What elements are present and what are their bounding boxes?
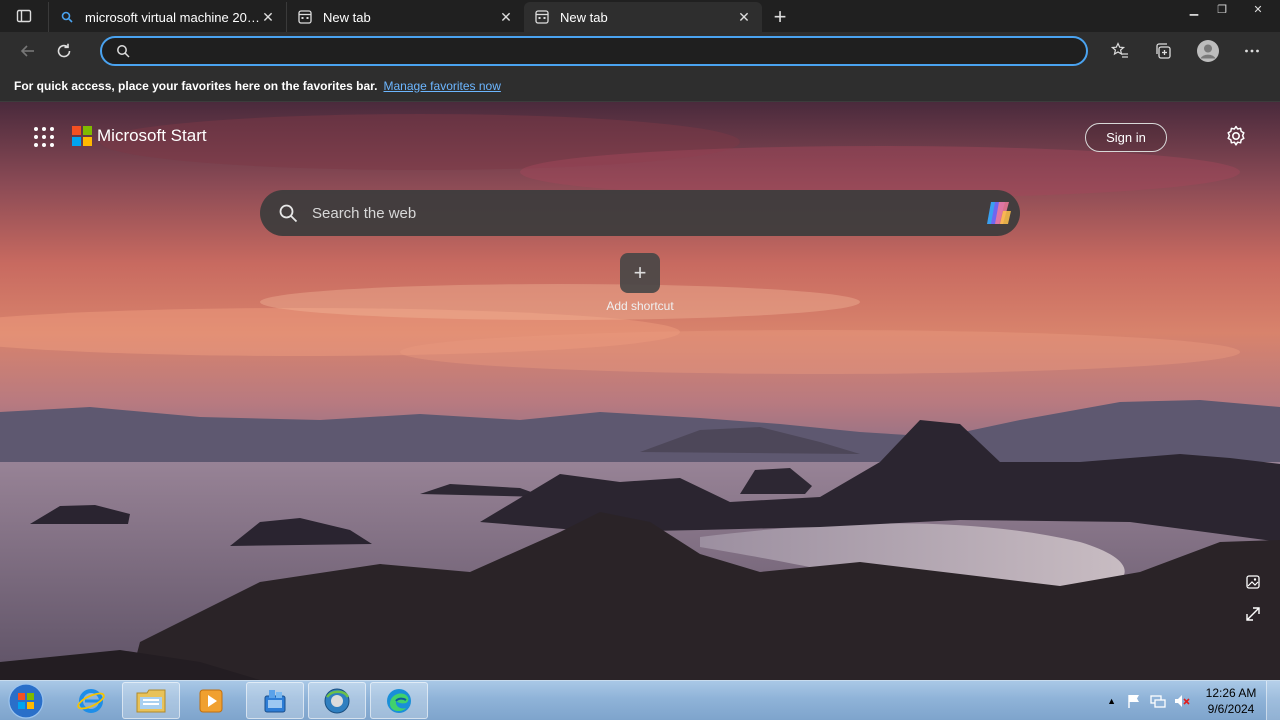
back-button[interactable] (10, 35, 46, 67)
globe-browser-icon (324, 688, 350, 713)
tab-title: New tab (323, 9, 371, 25)
new-tab-button[interactable]: + (762, 2, 798, 32)
restore-button[interactable]: ❐ (1208, 0, 1236, 18)
folder-icon (136, 689, 166, 712)
media-player-taskbar-button[interactable] (182, 682, 240, 719)
collections-icon (1156, 43, 1171, 59)
add-shortcut-button[interactable]: + Add shortcut (605, 253, 675, 313)
close-tab-icon[interactable]: ✕ (260, 9, 276, 25)
gear-icon[interactable] (1224, 124, 1248, 148)
add-shortcut-label: Add shortcut (606, 299, 674, 313)
search-icon (59, 9, 75, 25)
browser-toolbar (0, 32, 1280, 70)
show-desktop-button[interactable] (1266, 681, 1280, 720)
internet-explorer-taskbar-button[interactable] (62, 682, 120, 719)
close-tab-icon[interactable]: ✕ (736, 9, 752, 25)
favorites-bar: For quick access, place your favorites h… (0, 70, 1280, 102)
plus-icon: + (620, 253, 660, 293)
network-computer-icon (264, 689, 286, 712)
background-landscape-image (0, 114, 1280, 680)
volume-muted-icon[interactable] (1174, 693, 1190, 709)
copilot-icon[interactable] (982, 197, 1014, 229)
windows-explorer-taskbar-button[interactable] (122, 682, 180, 719)
avatar-icon (1197, 40, 1219, 62)
clock-time: 12:26 AM (1205, 686, 1257, 700)
new-tab-page: Microsoft Start Sign in Search the web +… (0, 102, 1280, 680)
tab-actions-icon (16, 9, 32, 23)
clock-date: 9/6/2024 (1207, 702, 1255, 716)
edge-taskbar-button[interactable] (370, 682, 428, 719)
windows-taskbar: ▲ 12:26 AM 9/6/2024 (0, 680, 1280, 720)
expand-icon[interactable] (1242, 603, 1264, 625)
network-icon[interactable] (1150, 693, 1166, 709)
sign-in-button[interactable]: Sign in (1085, 123, 1167, 152)
tab-title: microsoft virtual machine 2007 - (85, 9, 260, 25)
tab-title: New tab (560, 9, 608, 25)
more-dots-icon (1245, 49, 1259, 53)
microsoft-logo-icon (72, 126, 92, 146)
search-icon (117, 45, 130, 58)
app-launcher-icon[interactable] (34, 127, 54, 147)
image-info-icon[interactable] (1242, 571, 1264, 593)
profile-button[interactable] (1190, 35, 1226, 67)
web-search-box[interactable]: Search the web (260, 190, 1020, 236)
tab-new-tab-active[interactable]: New tab ✕ (524, 2, 762, 32)
network-app-taskbar-button[interactable] (246, 682, 304, 719)
tab-search-results[interactable]: microsoft virtual machine 2007 - ✕ (48, 2, 286, 32)
address-input[interactable] (144, 43, 1044, 59)
newtab-page-icon (297, 9, 313, 25)
favorites-bar-message: For quick access, place your favorites h… (14, 78, 378, 93)
minimize-button[interactable]: ▁ (1180, 0, 1208, 18)
close-tab-icon[interactable]: ✕ (498, 9, 514, 25)
tab-strip: microsoft virtual machine 2007 - ✕ New t… (0, 0, 1280, 32)
browser-app-taskbar-button[interactable] (308, 682, 366, 719)
media-player-icon (199, 689, 223, 712)
address-bar[interactable] (100, 36, 1088, 66)
toolbar-right (1102, 35, 1270, 67)
star-list-icon (1111, 42, 1128, 58)
start-button[interactable] (6, 682, 46, 720)
refresh-button[interactable] (46, 35, 82, 67)
settings-and-more-button[interactable] (1234, 35, 1270, 67)
search-placeholder: Search the web (312, 204, 417, 222)
manage-favorites-link[interactable]: Manage favorites now (383, 79, 500, 93)
action-center-flag-icon[interactable] (1126, 693, 1142, 709)
internet-explorer-icon (77, 688, 105, 713)
newtab-page-icon (534, 9, 550, 25)
close-window-button[interactable]: ✕ (1236, 0, 1280, 18)
refresh-icon (57, 43, 71, 58)
tab-actions-button[interactable] (0, 0, 48, 32)
window-controls: ▁ ❐ ✕ (1180, 0, 1280, 18)
system-tray: ▲ 12:26 AM 9/6/2024 (1107, 681, 1280, 720)
search-icon (279, 204, 298, 223)
plus-icon: + (773, 4, 787, 29)
clock[interactable]: 12:26 AM 9/6/2024 (1196, 685, 1266, 717)
edge-icon (387, 688, 411, 713)
brand-title: Microsoft Start (97, 126, 207, 145)
back-arrow-icon (20, 45, 34, 57)
tab-new-tab[interactable]: New tab ✕ (286, 2, 524, 32)
browser-window: microsoft virtual machine 2007 - ✕ New t… (0, 0, 1280, 720)
favorites-button[interactable] (1102, 35, 1138, 67)
show-hidden-icons-icon[interactable]: ▲ (1107, 696, 1116, 706)
collections-button[interactable] (1146, 35, 1182, 67)
